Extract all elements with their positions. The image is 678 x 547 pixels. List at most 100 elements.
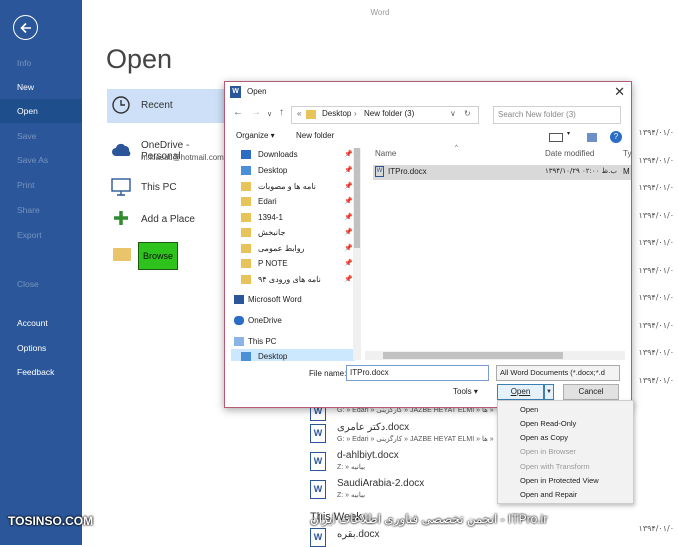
- menu-item-open-with-transform[interactable]: Open with Transform: [520, 462, 590, 471]
- folder-icon: [241, 275, 251, 284]
- recent-date: ۱۳۹۴/۰۱/۰: [638, 183, 674, 192]
- open-dialog: W Open ✕ ← → ∨ ↑ « Desktop › New folder …: [224, 81, 632, 408]
- menu-item-open-and-repair[interactable]: Open and Repair: [520, 490, 577, 499]
- tools-button[interactable]: Tools ▾: [453, 387, 478, 396]
- word-doc-icon: W: [375, 166, 384, 177]
- rail-item-open[interactable]: Open: [0, 99, 82, 123]
- chevron-down-icon[interactable]: ∨: [267, 110, 272, 118]
- tree-item[interactable]: نامه ها و مصوبات 📌: [231, 179, 355, 194]
- address-bar[interactable]: « Desktop › New folder (3) ∨ ↻: [291, 106, 479, 124]
- rail-item-print[interactable]: Print: [0, 173, 82, 197]
- rail-item-feedback[interactable]: Feedback: [0, 360, 82, 384]
- recent-date: ۱۳۹۴/۰۱/۰: [638, 238, 674, 247]
- column-type[interactable]: Ty: [623, 149, 631, 158]
- column-date[interactable]: Date modified: [545, 149, 594, 158]
- menu-item-open-as-copy[interactable]: Open as Copy: [520, 433, 568, 442]
- place-this-pc[interactable]: This PC: [107, 172, 231, 206]
- menu-item-open-protected-view[interactable]: Open in Protected View: [520, 476, 599, 485]
- new-folder-button[interactable]: New folder: [296, 131, 334, 140]
- rail-item-save[interactable]: Save: [0, 124, 82, 148]
- place-add[interactable]: Add a Place: [107, 204, 231, 238]
- help-icon[interactable]: ?: [610, 131, 622, 143]
- back-arrow-icon[interactable]: ←: [233, 107, 243, 118]
- tree-item[interactable]: نامه های ورودی ۹۴ 📌: [231, 272, 355, 287]
- pin-icon: 📌: [344, 198, 353, 205]
- tree-item[interactable]: Desktop: [231, 349, 355, 361]
- tree-item[interactable]: Edari 📌: [231, 194, 355, 209]
- folder-icon: [241, 244, 251, 253]
- file-type: M: [623, 167, 630, 176]
- tree-item[interactable]: This PC: [231, 334, 355, 349]
- rail-item-close[interactable]: Close: [0, 272, 82, 296]
- tree-item[interactable]: Microsoft Word: [231, 292, 355, 307]
- breadcrumb-folder[interactable]: New folder (3): [364, 109, 414, 118]
- backstage-rail: Info New Open Save Save As Print Share E…: [0, 0, 82, 545]
- filename-input[interactable]: ITPro.docx: [346, 365, 489, 381]
- menu-item-open-read-only[interactable]: Open Read-Only: [520, 419, 576, 428]
- back-button[interactable]: [13, 15, 38, 40]
- file-list: Name ^ Date modified Ty W ITPro.docx ۱۳۹…: [365, 145, 631, 361]
- tree-item[interactable]: P NOTE 📌: [231, 256, 355, 271]
- pin-icon: 📌: [344, 151, 353, 158]
- rail-item-save-as[interactable]: Save As: [0, 148, 82, 172]
- recent-doc-title: دکتر عامری.docx: [337, 422, 410, 433]
- menu-item-open-in-browser[interactable]: Open in Browser: [520, 447, 576, 456]
- breadcrumb-desktop[interactable]: Desktop: [322, 109, 351, 118]
- files-hscrollbar[interactable]: [365, 351, 625, 360]
- rail-item-info[interactable]: Info: [0, 51, 82, 75]
- filetype-select[interactable]: All Word Documents (*.docx;*.d: [496, 365, 620, 381]
- recent-date: ۱۳۹۴/۰۱/۰: [638, 376, 674, 385]
- rail-item-account[interactable]: Account: [0, 311, 82, 335]
- tree-item[interactable]: OneDrive: [231, 313, 355, 328]
- chevron-down-icon[interactable]: ∨: [450, 109, 456, 118]
- rail-item-options[interactable]: Options: [0, 336, 82, 360]
- filename-label: File name:: [309, 369, 347, 378]
- search-input[interactable]: Search New folder (3): [493, 106, 621, 124]
- recent-date: ۱۳۹۴/۰۱/۰: [638, 266, 674, 275]
- up-arrow-icon[interactable]: ↑: [279, 107, 284, 118]
- column-name[interactable]: Name: [375, 149, 396, 158]
- back-arrow-icon: [20, 22, 31, 34]
- organize-button[interactable]: Organize ▾: [236, 131, 275, 140]
- open-menu: Open Open Read-Only Open as Copy Open in…: [497, 400, 634, 504]
- refresh-icon[interactable]: ↻: [464, 109, 471, 118]
- scrollbar-thumb[interactable]: [354, 148, 360, 248]
- browse-button[interactable]: Browse: [138, 242, 178, 270]
- plus-icon: [114, 211, 128, 225]
- tree-item[interactable]: Desktop 📌: [231, 163, 355, 178]
- scrollbar-thumb[interactable]: [383, 352, 563, 359]
- open-dropdown-button[interactable]: ▼: [544, 384, 554, 400]
- tree-item[interactable]: Downloads 📌: [231, 147, 355, 162]
- rail-item-export[interactable]: Export: [0, 223, 82, 247]
- watermark: TOSINSO.COM انجمن تخصصی فناوری اطلاعات ا…: [0, 512, 678, 532]
- app-title: Word: [370, 8, 390, 17]
- close-icon[interactable]: ✕: [614, 84, 625, 100]
- folder-icon: [241, 228, 251, 237]
- open-button[interactable]: Open: [497, 384, 544, 400]
- rail-item-share[interactable]: Share: [0, 198, 82, 222]
- recent-doc-title: d-ahlbiyt.docx: [337, 450, 399, 461]
- preview-pane-icon[interactable]: [587, 133, 597, 142]
- chevron-down-icon[interactable]: ▾: [567, 130, 570, 137]
- tree-item[interactable]: جانبخش 📌: [231, 225, 355, 240]
- watermark-site: TOSINSO.COM: [8, 514, 94, 528]
- forward-arrow-icon[interactable]: →: [251, 107, 261, 118]
- computer-icon: [234, 337, 244, 346]
- tree-scrollbar[interactable]: [353, 148, 361, 360]
- rail-item-new[interactable]: New: [0, 75, 82, 99]
- tree-item[interactable]: 1394-1 📌: [231, 210, 355, 225]
- folder-icon: [113, 248, 131, 261]
- pin-icon: 📌: [344, 245, 353, 252]
- file-row[interactable]: W ITPro.docx ۱۳۹۴/۱۰/۲۹ ب.ظ ۰۲:۰۰ M: [373, 165, 631, 180]
- dialog-title: Open: [247, 87, 267, 96]
- place-recent[interactable]: Recent: [107, 89, 231, 123]
- place-onedrive[interactable]: OneDrive - Personal m.kiasati@hotmail.co…: [107, 137, 231, 171]
- pin-icon: 📌: [344, 183, 353, 190]
- view-icon[interactable]: [549, 133, 563, 142]
- nav-bar: ← → ∨ ↑ « Desktop › New folder (3) ∨ ↻ S…: [225, 104, 631, 126]
- recent-date: ۱۳۹۴/۰۱/۰: [638, 211, 674, 220]
- tree-item[interactable]: روابط عمومی 📌: [231, 241, 355, 256]
- menu-item-open[interactable]: Open: [520, 405, 538, 414]
- cloud-icon: [112, 143, 131, 156]
- cancel-button[interactable]: Cancel: [563, 384, 619, 400]
